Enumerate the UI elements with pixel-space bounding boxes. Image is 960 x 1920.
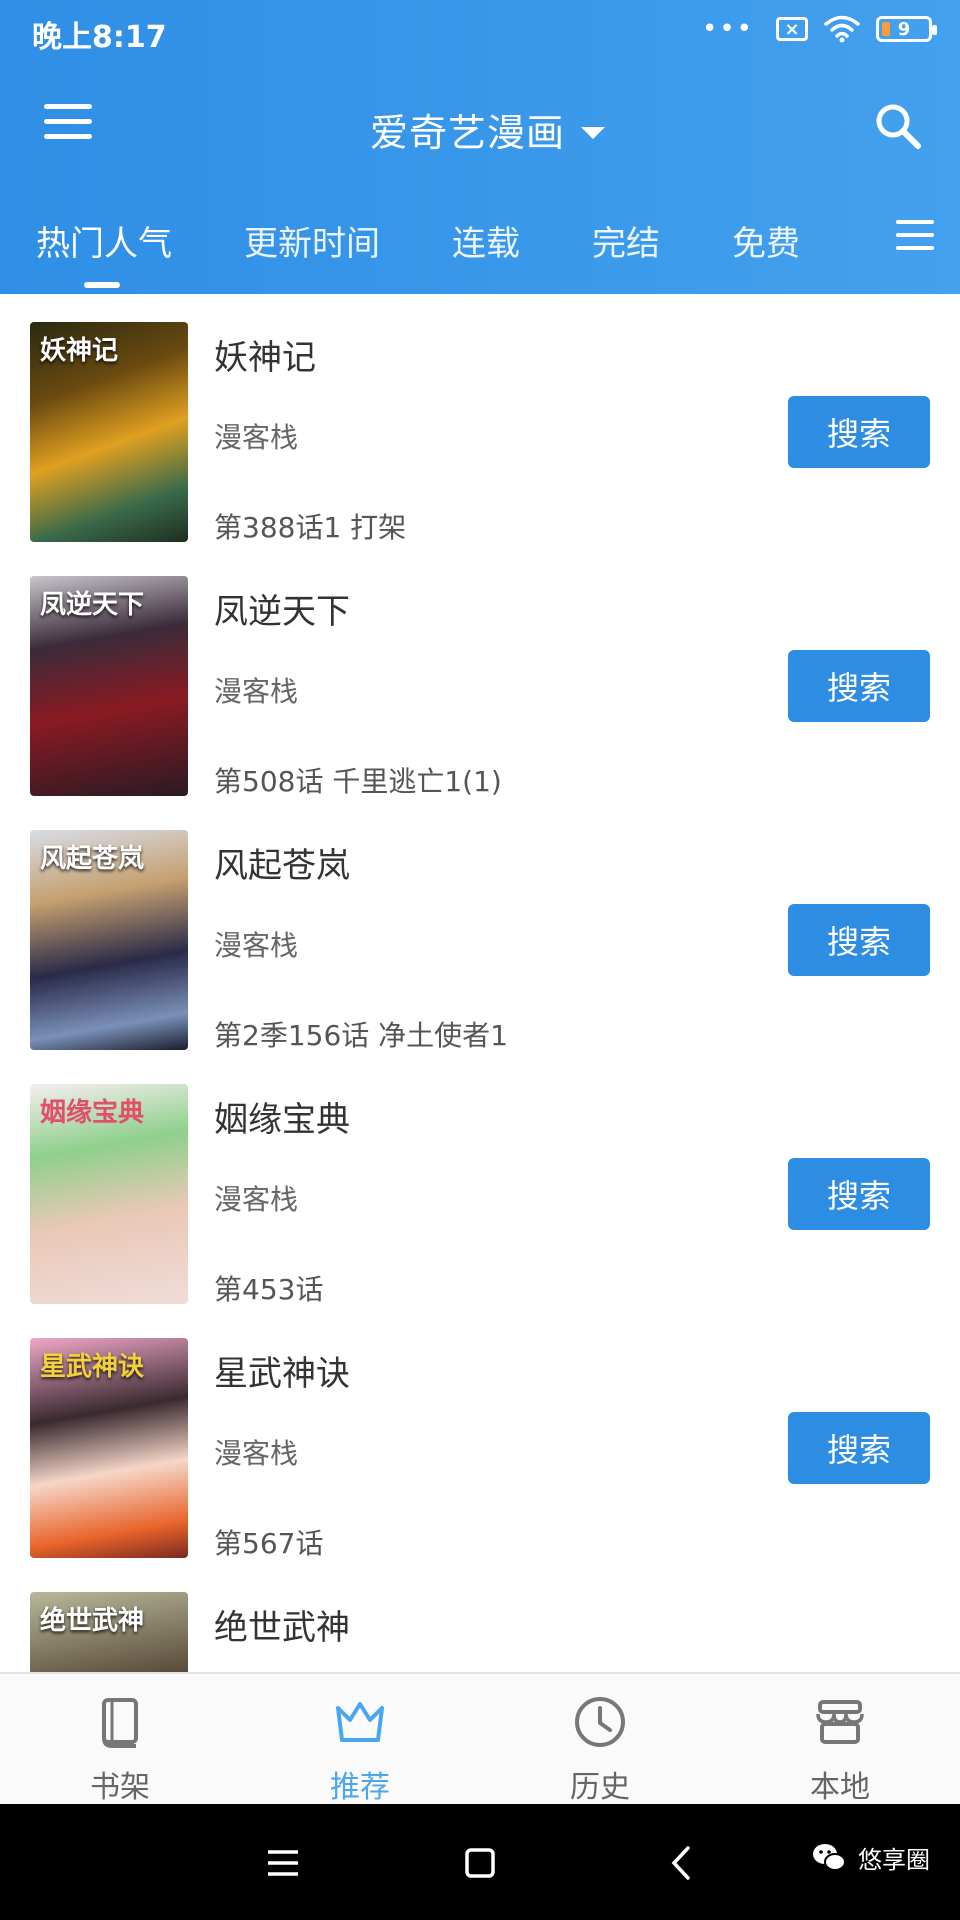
- comic-title: 妖神记: [214, 338, 316, 378]
- comic-title: 风起苍岚: [214, 846, 350, 886]
- list-item[interactable]: 姻缘宝典 姻缘宝典 漫客栈 第453话 搜索: [0, 1056, 960, 1310]
- tab-completed[interactable]: 完结: [592, 216, 660, 265]
- comic-chapter: 第453话: [214, 1273, 324, 1306]
- bottom-navigation: 书架 推荐 历史 本地: [0, 1672, 960, 1806]
- comic-chapter: 第2季156话 净土使者1: [214, 1019, 508, 1052]
- nav-local[interactable]: 本地: [750, 1694, 930, 1806]
- cover-title-art: 凤逆天下: [40, 590, 145, 620]
- watermark-text: 悠享圈: [858, 1845, 930, 1874]
- book-icon: [102, 1698, 138, 1748]
- system-navigation-bar: 悠享圈: [0, 1804, 960, 1920]
- search-button[interactable]: 搜索: [788, 650, 930, 722]
- comic-list: 妖神记 妖神记 漫客栈 第388话1 打架 搜索 凤逆天下 凤逆天下 漫客栈 第…: [0, 294, 960, 1672]
- recent-apps-icon[interactable]: [258, 1838, 308, 1888]
- crown-icon: [336, 1702, 384, 1742]
- comic-cover: 星武神诀: [30, 1338, 188, 1558]
- hamburger-menu-icon[interactable]: [44, 104, 92, 144]
- comic-source: 漫客栈: [214, 1183, 299, 1216]
- home-icon[interactable]: [455, 1838, 505, 1888]
- comic-title: 凤逆天下: [214, 592, 350, 632]
- nav-label: 本地: [810, 1770, 870, 1805]
- active-tab-indicator: [84, 282, 120, 288]
- cover-title-art: 妖神记: [40, 336, 119, 366]
- caret-down-icon: [581, 126, 606, 139]
- status-time: 晚上8:17: [32, 20, 167, 55]
- source-selector[interactable]: 爱奇艺漫画: [370, 102, 606, 157]
- list-item[interactable]: 风起苍岚 风起苍岚 漫客栈 第2季156话 净土使者1 搜索: [0, 802, 960, 1056]
- nav-label: 书架: [90, 1770, 150, 1805]
- status-icons: ••• × 9: [701, 14, 937, 44]
- back-icon[interactable]: [658, 1838, 708, 1888]
- comic-title: 姻缘宝典: [214, 1100, 350, 1140]
- comic-chapter: 第388话1 打架: [214, 511, 407, 544]
- search-button[interactable]: 搜索: [788, 396, 930, 468]
- comic-chapter: 第567话: [214, 1527, 324, 1560]
- wifi-icon: [824, 15, 860, 43]
- wechat-icon: [813, 1844, 846, 1871]
- comic-chapter: 第508话 千里逃亡1(1): [214, 765, 502, 798]
- watermark: 悠享圈: [810, 1838, 930, 1876]
- tab-list-icon[interactable]: [896, 220, 934, 258]
- cover-title-art: 绝世武神: [40, 1606, 145, 1636]
- list-item[interactable]: 绝世武神 绝世武神: [0, 1564, 960, 1672]
- nav-recommend[interactable]: 推荐: [270, 1694, 450, 1806]
- app-title: 爱奇艺漫画: [370, 111, 566, 155]
- more-dots-icon: •••: [701, 14, 754, 44]
- nav-label: 推荐: [330, 1770, 390, 1805]
- comic-cover: 姻缘宝典: [30, 1084, 188, 1304]
- comic-source: 漫客栈: [214, 929, 299, 962]
- search-button[interactable]: 搜索: [788, 1158, 930, 1230]
- comic-source: 漫客栈: [214, 1437, 299, 1470]
- list-item[interactable]: 星武神诀 星武神诀 漫客栈 第567话 搜索: [0, 1310, 960, 1564]
- tab-free[interactable]: 免费: [732, 216, 800, 265]
- comic-cover: 绝世武神: [30, 1592, 188, 1672]
- tab-hot[interactable]: 热门人气: [36, 216, 172, 265]
- cover-title-art: 风起苍岚: [40, 844, 145, 874]
- cover-title-art: 星武神诀: [40, 1352, 145, 1382]
- store-icon: [816, 1700, 864, 1744]
- battery-icon: 9: [876, 16, 937, 42]
- app-bar: 爱奇艺漫画: [0, 76, 960, 176]
- nav-history[interactable]: 历史: [510, 1694, 690, 1806]
- clock-icon: [575, 1697, 625, 1747]
- no-sim-icon: ×: [776, 17, 808, 41]
- search-button[interactable]: 搜索: [788, 1412, 930, 1484]
- comic-cover: 风起苍岚: [30, 830, 188, 1050]
- status-bar: 晚上8:17 ••• × 9: [0, 0, 960, 60]
- comic-title: 星武神诀: [214, 1354, 350, 1394]
- list-item[interactable]: 凤逆天下 凤逆天下 漫客栈 第508话 千里逃亡1(1) 搜索: [0, 548, 960, 802]
- tab-serializing[interactable]: 连载: [452, 216, 520, 265]
- nav-bookshelf[interactable]: 书架: [30, 1694, 210, 1806]
- list-item[interactable]: 妖神记 妖神记 漫客栈 第388话1 打架 搜索: [0, 294, 960, 548]
- comic-title: 绝世武神: [214, 1608, 350, 1648]
- nav-label: 历史: [570, 1770, 630, 1805]
- comic-cover: 凤逆天下: [30, 576, 188, 796]
- category-tabs: 热门人气 更新时间 连载 完结 免费: [0, 216, 960, 294]
- comic-source: 漫客栈: [214, 421, 299, 454]
- comic-cover: 妖神记: [30, 322, 188, 542]
- search-icon[interactable]: [872, 100, 924, 152]
- top-header: 晚上8:17 ••• × 9 爱奇艺漫画 热门人气 更新时间 连载 完结 免费: [0, 0, 960, 294]
- cover-title-art: 姻缘宝典: [40, 1098, 145, 1128]
- tab-update-time[interactable]: 更新时间: [244, 216, 380, 265]
- comic-source: 漫客栈: [214, 675, 299, 708]
- search-button[interactable]: 搜索: [788, 904, 930, 976]
